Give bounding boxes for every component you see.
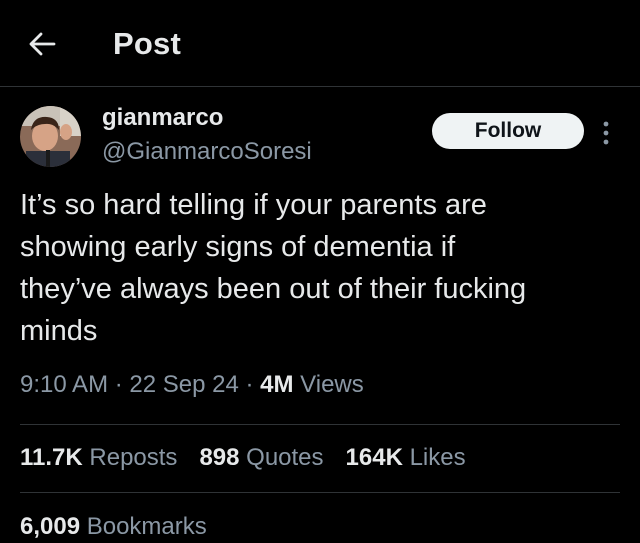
- avatar-image: [20, 106, 81, 167]
- avatar[interactable]: [20, 106, 81, 167]
- meta-separator: ·: [238, 371, 261, 398]
- reposts-stat[interactable]: 11.7K Reposts: [20, 444, 177, 472]
- follow-button[interactable]: Follow: [432, 113, 584, 149]
- divider: [20, 424, 620, 425]
- quotes-stat[interactable]: 898 Quotes: [199, 444, 323, 472]
- meta-separator: ·: [108, 371, 130, 398]
- top-bar: Post: [0, 0, 640, 87]
- views-label: Views: [293, 371, 364, 398]
- engagement-stats: 11.7K Reposts 898 Quotes 164K Likes: [20, 444, 488, 472]
- likes-count: 164K: [345, 444, 403, 471]
- tweet-meta: 9:10 AM · 22 Sep 24 · 4M Views: [20, 371, 364, 399]
- quotes-label: Quotes: [239, 444, 324, 471]
- tweet-text-line: showing early signs of dementia if: [20, 231, 456, 263]
- reposts-count: 11.7K: [20, 444, 83, 471]
- views-count: 4M: [260, 371, 294, 398]
- bookmarks-label: Bookmarks: [80, 513, 207, 540]
- back-button[interactable]: [22, 26, 62, 62]
- post-date[interactable]: 22 Sep 24: [129, 371, 238, 398]
- author-handle: @GianmarcoSoresi: [102, 138, 312, 165]
- arrow-left-icon: [29, 32, 56, 56]
- tweet-text: It’s so hard telling if your parents are…: [20, 184, 625, 352]
- likes-stat[interactable]: 164K Likes: [346, 444, 466, 472]
- quotes-count: 898: [199, 444, 240, 471]
- vertical-ellipsis-icon: [603, 121, 609, 145]
- tweet-text-line: they’ve always been out of their fucking: [20, 273, 527, 305]
- bookmarks-count: 6,009: [20, 513, 81, 540]
- reposts-label: Reposts: [82, 444, 178, 471]
- post-time[interactable]: 9:10 AM: [20, 371, 108, 398]
- page-title: Post: [113, 26, 181, 61]
- likes-label: Likes: [402, 444, 466, 471]
- tweet-text-line: It’s so hard telling if your parents are: [20, 189, 487, 221]
- tweet-text-line: minds: [20, 315, 98, 347]
- divider: [20, 492, 620, 493]
- more-options-button[interactable]: [596, 118, 616, 148]
- bookmarks-stat[interactable]: 6,009 Bookmarks: [20, 513, 207, 541]
- author-display-name[interactable]: gianmarco: [102, 104, 223, 132]
